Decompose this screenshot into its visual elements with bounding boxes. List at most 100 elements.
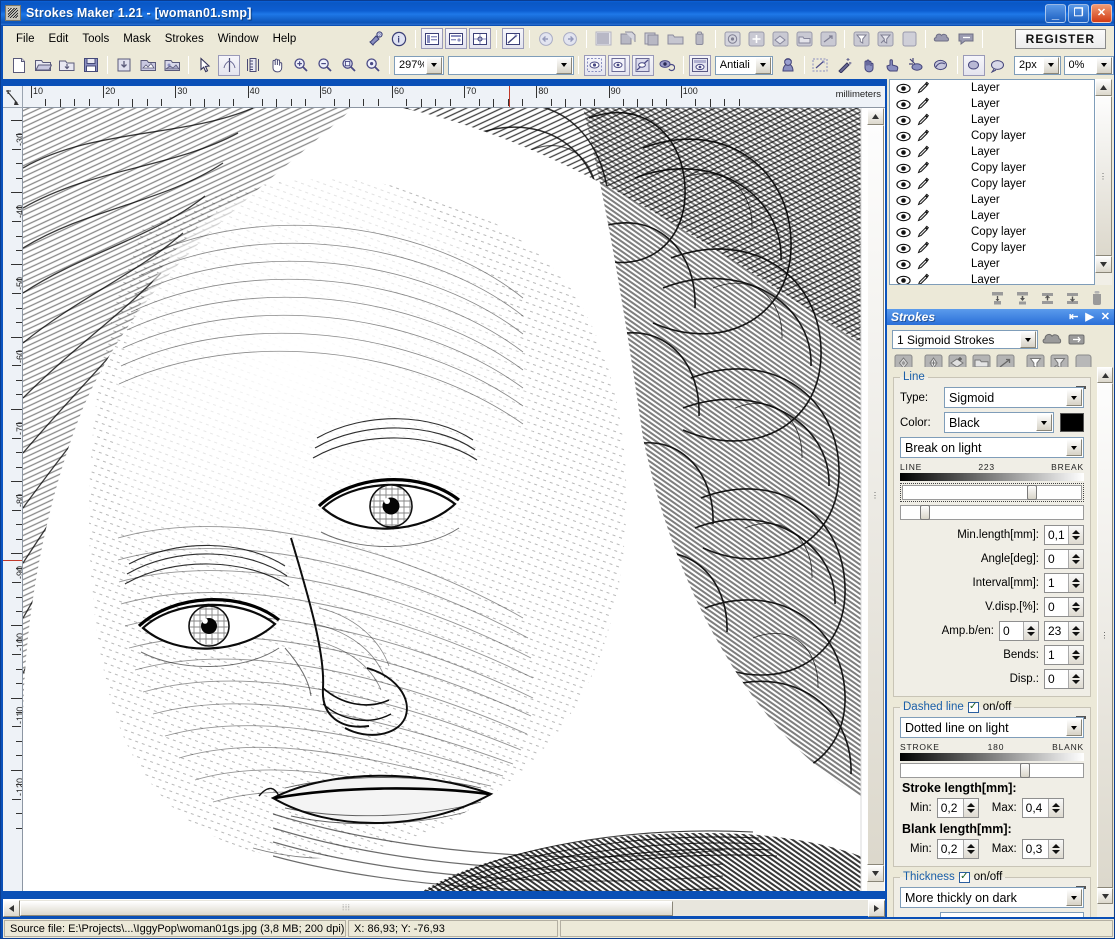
thickness-extra-field[interactable] [940,912,1084,917]
menu-help[interactable]: Help [266,30,304,48]
spinner-arrows[interactable] [1047,799,1063,817]
chevron-down-icon[interactable] [1042,56,1059,74]
chevron-down-icon[interactable] [1036,414,1052,431]
trash-icon[interactable] [1086,288,1108,309]
finger-icon[interactable] [882,55,904,76]
pencil-icon[interactable] [913,241,933,255]
zoom-actual-icon[interactable] [362,55,384,76]
chevron-down-icon[interactable] [1066,719,1082,736]
line-color-combo[interactable]: Black [944,412,1054,433]
info-icon[interactable]: i [388,28,410,49]
minlength-spinner[interactable]: 0,1 [1044,525,1084,545]
eye-icon[interactable] [893,83,913,94]
open-folder-icon[interactable] [32,55,54,76]
add-layer-icon[interactable] [769,28,791,49]
play-icon[interactable]: ▶ [1085,311,1093,323]
pencil-icon[interactable] [913,273,933,284]
brush-info-icon[interactable]: ? [364,28,386,49]
line-type-combo[interactable]: Sigmoid [944,387,1084,408]
edit-line-icon[interactable] [502,28,525,49]
eye-icon[interactable] [893,227,913,238]
spinner-arrows[interactable] [1068,646,1083,664]
vertical-ruler[interactable]: -30 -40 -50 -60 -70 -80 -90 -100 -110 -120 [3,108,23,891]
save-as-icon[interactable] [113,55,135,76]
maximize-button[interactable]: ❐ [1068,3,1089,23]
close-icon[interactable]: ✕ [1101,311,1110,323]
eye-icon[interactable] [893,115,913,126]
pencil-icon[interactable] [913,113,933,127]
layer-row[interactable]: Layer [890,272,1094,284]
pencil-icon[interactable] [913,177,933,191]
eye-icon[interactable] [893,163,913,174]
chevron-down-icon[interactable] [1066,889,1082,906]
blank-min-spinner[interactable]: 0,2 [936,839,979,859]
layer-row[interactable]: Layer [890,80,1094,96]
antialias-combo[interactable]: Antiali [714,55,773,75]
dashed-slider-knob[interactable] [1019,763,1030,778]
interval-spinner[interactable]: 1 [1044,573,1084,593]
filter-icon[interactable] [850,28,872,49]
horizontal-ruler[interactable]: millimeters 10 20 30 40 50 60 70 80 90 100 [23,86,885,108]
render-preview-icon[interactable] [688,54,711,76]
align-top-icon[interactable] [986,288,1008,309]
strokes-scroll-down-button[interactable] [1097,888,1113,904]
spinner-arrows[interactable] [1068,574,1083,592]
chevron-down-icon[interactable] [1066,389,1082,406]
image-out-icon[interactable] [161,55,183,76]
measure-icon[interactable] [242,55,264,76]
ray-icon[interactable] [906,55,928,76]
menu-strokes[interactable]: Strokes [158,30,211,48]
align-up-icon[interactable] [1036,288,1058,309]
pencil-icon[interactable] [913,257,933,271]
paste-icon[interactable] [640,28,662,49]
layer-row[interactable]: Layer [890,192,1094,208]
minimize-button[interactable]: _ [1045,3,1066,23]
save-icon[interactable] [80,55,102,76]
pencil-icon[interactable] [913,193,933,207]
layer-row[interactable]: Copy layer [890,224,1094,240]
open-layer-icon[interactable] [793,28,815,49]
layer-row[interactable]: Layer [890,208,1094,224]
hatch-icon[interactable] [592,28,614,49]
chevron-down-icon[interactable] [1020,331,1036,348]
dashed-onoff-checkbox[interactable] [967,701,979,713]
zoom-out-icon[interactable] [314,55,336,76]
dashed-mode-combo[interactable]: Dotted line on light [900,717,1084,738]
strokes-panel-scrollbar[interactable]: ⋮ [1097,367,1113,917]
layers-scrollbar[interactable]: ⋮ [1095,79,1112,285]
mask-rect-icon[interactable] [810,55,832,76]
layers-scroll-down-button[interactable] [1095,256,1112,273]
copy-icon[interactable] [616,28,638,49]
document-canvas[interactable] [23,108,885,891]
close-button[interactable]: ✕ [1091,3,1112,23]
pencil-icon[interactable] [913,97,933,111]
layer-row[interactable]: Layer [890,144,1094,160]
filter-clear-icon[interactable] [874,28,896,49]
amp-end-spinner[interactable]: 23 [1044,621,1084,641]
spinner-arrows[interactable] [1068,622,1083,640]
chevron-down-icon[interactable] [754,56,771,74]
layers-scroll-thumb[interactable]: ⋮ [1095,96,1112,256]
portrait-icon[interactable] [777,55,799,76]
spinner-arrows[interactable] [1047,840,1063,858]
properties-icon[interactable] [445,28,468,49]
spinner-arrows[interactable] [962,799,978,817]
hand-icon[interactable] [266,55,288,76]
blob-filled-icon[interactable] [962,54,985,76]
pencil-icon[interactable] [913,225,933,239]
line-mode-combo[interactable]: Break on light [900,437,1084,458]
new-document-icon[interactable] [8,55,30,76]
stroke-max-spinner[interactable]: 0,4 [1021,798,1064,818]
menu-file[interactable]: File [9,30,42,48]
angle-spinner[interactable]: 0 [1044,549,1084,569]
delete-icon[interactable] [688,28,710,49]
preview-select-icon[interactable] [583,54,606,76]
align-down-icon[interactable] [1061,288,1083,309]
image-in-icon[interactable] [137,55,159,76]
preview-page-icon[interactable] [607,54,630,76]
layer-row[interactable]: Copy layer [890,128,1094,144]
opacity-combo[interactable]: 0% [1063,55,1114,75]
pencil-icon[interactable] [913,161,933,175]
layer-row[interactable]: Copy layer [890,160,1094,176]
eye-icon[interactable] [893,211,913,222]
